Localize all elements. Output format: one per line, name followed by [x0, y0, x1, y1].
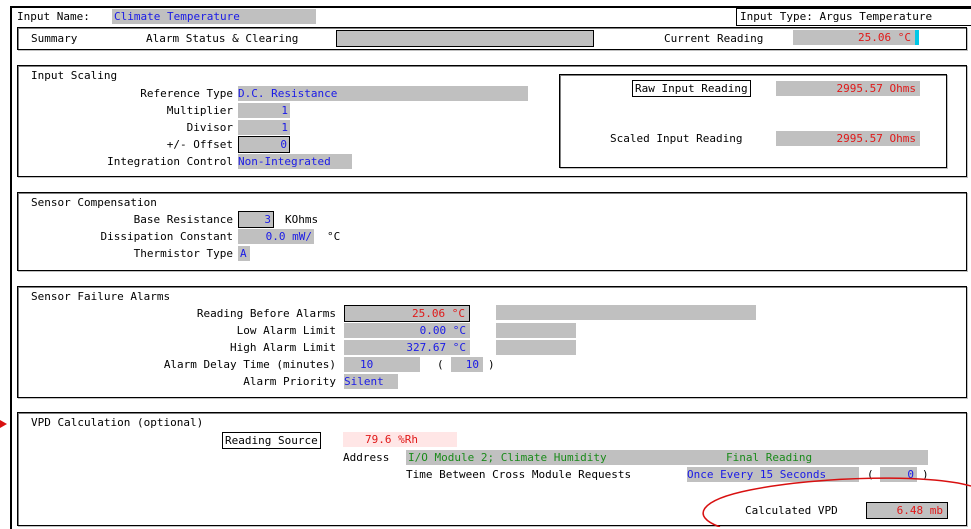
current-reading-label: Current Reading: [664, 32, 764, 45]
alarm-priority-label: Alarm Priority: [243, 375, 336, 388]
high-alarm-status-field: [496, 340, 576, 355]
alarm-delay-paren-open: (: [437, 358, 444, 371]
time-between-label: Time Between Cross Module Requests: [406, 468, 632, 481]
low-alarm-limit-field[interactable]: 0.00 °C: [344, 323, 470, 338]
integration-control-field[interactable]: Non-Integrated: [238, 154, 352, 169]
input-scaling-title: Input Scaling: [31, 69, 118, 82]
final-reading-label: Final Reading: [726, 451, 813, 464]
dissipation-constant-field[interactable]: 0.0 mW/: [238, 229, 314, 244]
multiplier-field[interactable]: 1: [238, 103, 290, 118]
offset-label: +/- Offset: [166, 138, 233, 151]
alarm-status-field[interactable]: [336, 30, 594, 47]
alarm-delay-paren-close: ): [488, 358, 495, 371]
reference-type-field[interactable]: D.C. Resistance: [238, 86, 528, 101]
input-name-label: Input Name:: [17, 10, 90, 23]
input-type-label: Input Type:: [740, 10, 813, 23]
input-name-field[interactable]: Climate Temperature: [112, 9, 316, 24]
reading-source-field: 79.6 %Rh: [343, 432, 457, 447]
raw-input-reading-field: 2995.57 Ohms: [776, 81, 920, 96]
integration-control-label: Integration Control: [107, 155, 233, 168]
divisor-field[interactable]: 1: [238, 120, 290, 135]
alarm-priority-field[interactable]: Silent: [344, 374, 398, 389]
alarm-delay-field[interactable]: 10: [344, 357, 420, 372]
base-resistance-field[interactable]: 3: [238, 211, 274, 228]
current-reading-field: 25.06 °C: [793, 30, 915, 45]
address-label: Address: [343, 451, 390, 464]
reading-before-status-field: [496, 305, 756, 320]
summary-label: Summary: [31, 32, 78, 45]
high-alarm-limit-field[interactable]: 327.67 °C: [344, 340, 470, 355]
low-alarm-status-field: [496, 323, 576, 338]
base-resistance-label: Base Resistance: [133, 213, 233, 226]
low-alarm-limit-label: Low Alarm Limit: [236, 324, 336, 337]
multiplier-label: Multiplier: [166, 104, 233, 117]
scaled-input-reading-label: Scaled Input Reading: [610, 132, 743, 145]
reading-source-label: Reading Source: [222, 432, 321, 449]
dissipation-constant-unit: °C: [327, 230, 341, 243]
reading-before-alarms-field: 25.06 °C: [344, 305, 470, 322]
thermistor-type-field[interactable]: A: [238, 246, 250, 261]
raw-input-reading-label: Raw Input Reading: [632, 80, 751, 97]
input-type-value: Argus Temperature: [819, 10, 933, 23]
address-value: I/O Module 2; Climate Humidity: [408, 451, 607, 464]
scaled-input-reading-field: 2995.57 Ohms: [776, 131, 920, 146]
sensor-failure-title: Sensor Failure Alarms: [31, 290, 171, 303]
current-reading-cursor: [915, 30, 919, 45]
alarm-delay-current-field: 10: [451, 357, 483, 372]
vpd-title: VPD Calculation (optional): [31, 416, 204, 429]
offset-field[interactable]: 0: [238, 136, 290, 153]
alarm-delay-label: Alarm Delay Time (minutes): [163, 358, 336, 371]
input-type-box: Input Type: Argus Temperature: [736, 8, 971, 26]
dissipation-constant-label: Dissipation Constant: [100, 230, 233, 243]
annotation-arrow: [0, 420, 7, 428]
reading-before-alarms-label: Reading Before Alarms: [196, 307, 336, 320]
divisor-label: Divisor: [186, 121, 233, 134]
base-resistance-unit: KOhms: [285, 213, 319, 226]
high-alarm-limit-label: High Alarm Limit: [230, 341, 336, 354]
thermistor-type-label: Thermistor Type: [133, 247, 233, 260]
annotation-ellipse: [702, 477, 971, 527]
alarm-status-label: Alarm Status & Clearing: [146, 32, 299, 45]
reference-type-label: Reference Type: [140, 87, 233, 100]
sensor-compensation-title: Sensor Compensation: [31, 196, 157, 209]
address-field[interactable]: I/O Module 2; Climate Humidity Final Rea…: [406, 450, 928, 465]
